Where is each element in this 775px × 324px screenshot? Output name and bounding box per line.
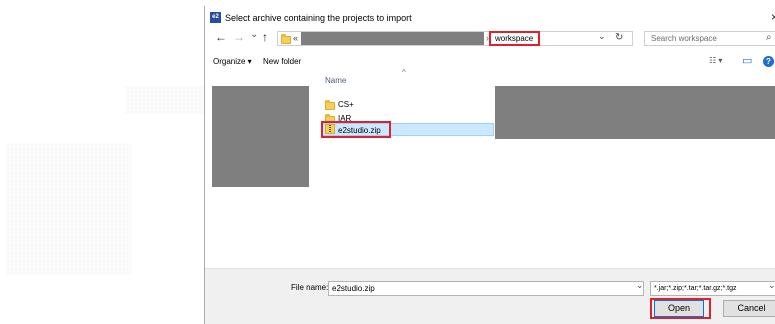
file-name-label: File name: <box>291 283 329 292</box>
search-placeholder: Search workspace <box>651 34 717 43</box>
up-arrow-icon[interactable]: ↑ <box>262 30 268 44</box>
background-pattern <box>126 86 206 114</box>
redacted-details <box>495 86 775 139</box>
forward-arrow-icon[interactable]: → <box>233 30 245 44</box>
app-icon: e2 <box>210 12 221 23</box>
refresh-icon[interactable]: ↻ <box>615 32 623 43</box>
highlight-box <box>650 298 711 319</box>
folder-icon <box>325 100 335 110</box>
preview-pane-icon[interactable]: ▭ <box>742 54 752 67</box>
sort-indicator-icon: ^ <box>402 68 406 77</box>
dialog-title: Select archive containing the projects t… <box>225 13 412 23</box>
path-overflow-icon[interactable]: « <box>293 33 298 43</box>
organize-button[interactable]: Organize ▾ <box>213 57 252 66</box>
open-file-dialog: e2 Select archive containing the project… <box>204 6 775 324</box>
address-dropdown-icon[interactable]: ⌄ <box>598 31 606 42</box>
column-header-name[interactable]: Name <box>325 76 346 85</box>
close-button[interactable]: × <box>771 10 775 24</box>
cancel-button[interactable]: Cancel <box>723 300 775 317</box>
list-item-cs-plus[interactable]: CS+ <box>338 100 354 109</box>
navigation-pane-redacted <box>212 86 309 187</box>
file-name-dropdown-icon[interactable]: ⌄ <box>636 280 644 291</box>
view-options-icon[interactable]: ☷ ▾ <box>709 56 722 65</box>
help-icon[interactable]: ? <box>763 56 774 67</box>
file-type-dropdown-icon[interactable]: ⌄ <box>768 280 775 291</box>
new-folder-button[interactable]: New folder <box>263 57 301 66</box>
folder-icon <box>281 34 291 44</box>
highlight-box <box>489 31 540 46</box>
recent-locations-icon[interactable]: ⌄ <box>250 29 258 40</box>
highlight-box <box>321 121 391 138</box>
file-type-select[interactable]: *.jar;*.zip;*.tar;*.tar.gz;*.tgz <box>650 281 775 296</box>
file-name-input[interactable]: e2studio.zip <box>328 281 644 296</box>
search-icon[interactable]: ⌕ <box>766 32 772 43</box>
background-pattern <box>6 143 132 275</box>
redacted-path <box>301 32 484 45</box>
back-arrow-icon[interactable]: ← <box>215 30 227 44</box>
